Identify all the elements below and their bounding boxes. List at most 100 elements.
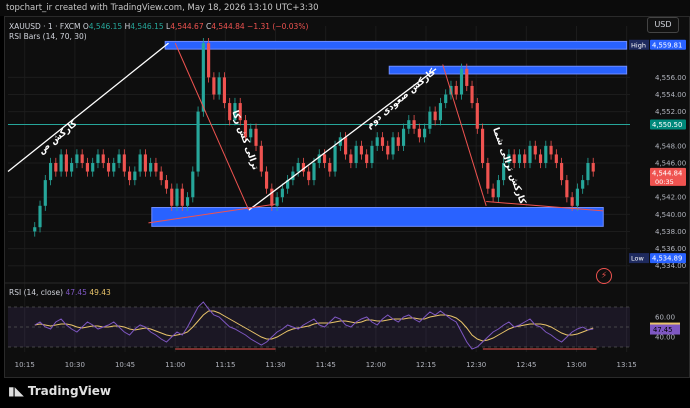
- candle-body: [386, 145, 390, 155]
- candle-body: [59, 154, 63, 172]
- candle-body: [138, 154, 142, 172]
- candle-body: [475, 103, 479, 129]
- candle-body: [575, 188, 579, 206]
- candle-body: [38, 205, 42, 228]
- symbol-name[interactable]: XAUUSD · 1 · FXCM: [9, 22, 80, 31]
- candle-body: [496, 180, 500, 198]
- candle-body: [328, 162, 332, 172]
- candle-body: [375, 137, 379, 146]
- candle-body: [533, 145, 537, 155]
- price-axis-value: 4,550.50: [652, 121, 682, 129]
- x-tick-label: 11:45: [316, 361, 336, 369]
- rsi-label: RSI (14, close): [9, 288, 64, 297]
- change-value: −1.31 (−0.03%): [247, 22, 309, 31]
- candle-body: [470, 85, 474, 104]
- y-tick-label: 4,542.00: [655, 194, 686, 202]
- x-tick-label: 11:15: [215, 361, 235, 369]
- candle-body: [344, 137, 348, 155]
- candle-body: [517, 154, 522, 163]
- candle-body: [560, 162, 564, 181]
- candle-body: [586, 162, 590, 181]
- candle-body: [43, 180, 47, 206]
- rsi-legend-value: 47.45: [65, 288, 87, 297]
- candle-body: [465, 68, 469, 86]
- candle-body: [359, 145, 363, 155]
- x-tick-label: 11:00: [165, 361, 185, 369]
- rsi-legend[interactable]: RSI (14, close) 47.45 49.43: [9, 288, 111, 297]
- candle-body: [133, 171, 137, 181]
- candle-body: [417, 128, 421, 138]
- y-tick-label: 4,546.00: [655, 159, 686, 167]
- candle-body: [354, 145, 358, 163]
- candle-body: [64, 154, 68, 172]
- price-axis-tag-text: High: [631, 41, 646, 49]
- candle-body: [444, 94, 448, 104]
- candle-body: [217, 77, 221, 95]
- candle-body: [48, 162, 53, 181]
- candle-body: [275, 197, 279, 206]
- candle-body: [207, 43, 211, 78]
- x-tick-label: 10:45: [115, 361, 135, 369]
- candle-body: [423, 128, 427, 138]
- candle-body: [565, 180, 569, 198]
- rsi-y-tick: 60.00: [655, 314, 675, 322]
- candle-body: [312, 162, 316, 181]
- candle-body: [170, 188, 174, 206]
- x-tick-label: 12:45: [516, 361, 536, 369]
- symbol-ohlc-legend[interactable]: XAUUSD · 1 · FXCM O4,546.15 H4,546.15 L4…: [9, 22, 308, 31]
- candle-body: [365, 154, 369, 163]
- candle-body: [486, 162, 490, 189]
- y-tick-label: 4,536.00: [655, 245, 686, 253]
- countdown-value: 00:35: [655, 178, 674, 186]
- price-axis-value: 4,534.89: [652, 255, 682, 263]
- candle-body: [128, 171, 132, 181]
- candle-body: [33, 227, 37, 232]
- currency-button[interactable]: USD: [647, 17, 679, 33]
- candle-body: [591, 162, 595, 172]
- flash-icon[interactable]: ⚡: [596, 268, 612, 284]
- candle-body: [80, 154, 84, 163]
- y-tick-label: 4,548.00: [655, 142, 686, 150]
- candle-body: [570, 197, 574, 206]
- rsi-y-tick: 40.00: [655, 334, 675, 342]
- zone-lower: [151, 207, 604, 227]
- candle-body: [528, 145, 532, 163]
- candle-body: [101, 154, 105, 163]
- candle-body: [370, 145, 374, 163]
- candle-body: [412, 120, 416, 129]
- candle-body: [222, 77, 226, 104]
- open-value: 4,546.15: [88, 22, 123, 31]
- candle-body: [581, 180, 585, 189]
- candle-body: [459, 68, 464, 95]
- candle-body: [264, 171, 269, 189]
- candle-body: [201, 43, 205, 112]
- candle-body: [117, 154, 121, 163]
- candle-body: [191, 171, 195, 198]
- low-value: 4,544.67: [170, 22, 204, 31]
- candle-body: [480, 128, 485, 163]
- rsi-bars-indicator-label[interactable]: RSI Bars (14, 70, 30): [9, 32, 87, 41]
- chart-svg[interactable]: 10:15 10:30 10:45 11:00 11:15 11:30 11:45 12:00…: [0, 0, 690, 408]
- y-tick-label: 4,554.00: [655, 91, 686, 99]
- candle-body: [70, 162, 74, 172]
- candle-body: [154, 162, 158, 172]
- annotation-text: کارکش ترالی شما: [490, 126, 527, 206]
- candle-body: [164, 180, 169, 189]
- candle-body: [112, 162, 116, 172]
- tradingview-logo-text: TradingView: [27, 384, 111, 398]
- high-value: 4,546.15: [130, 22, 164, 31]
- zone-top: [164, 40, 628, 50]
- candle-body: [143, 154, 147, 172]
- candle-body: [149, 162, 153, 172]
- candle-body: [96, 154, 100, 163]
- y-tick-label: 4,538.00: [655, 228, 686, 236]
- candle-body: [91, 162, 95, 172]
- candle-body: [307, 171, 311, 181]
- y-tick-label: 4,556.00: [655, 74, 686, 82]
- candle-body: [407, 120, 411, 129]
- candle-body: [523, 154, 527, 163]
- candle-body: [433, 111, 437, 121]
- candle-body: [196, 111, 200, 172]
- close-value: 4,544.84: [211, 22, 245, 31]
- candle-body: [544, 145, 548, 163]
